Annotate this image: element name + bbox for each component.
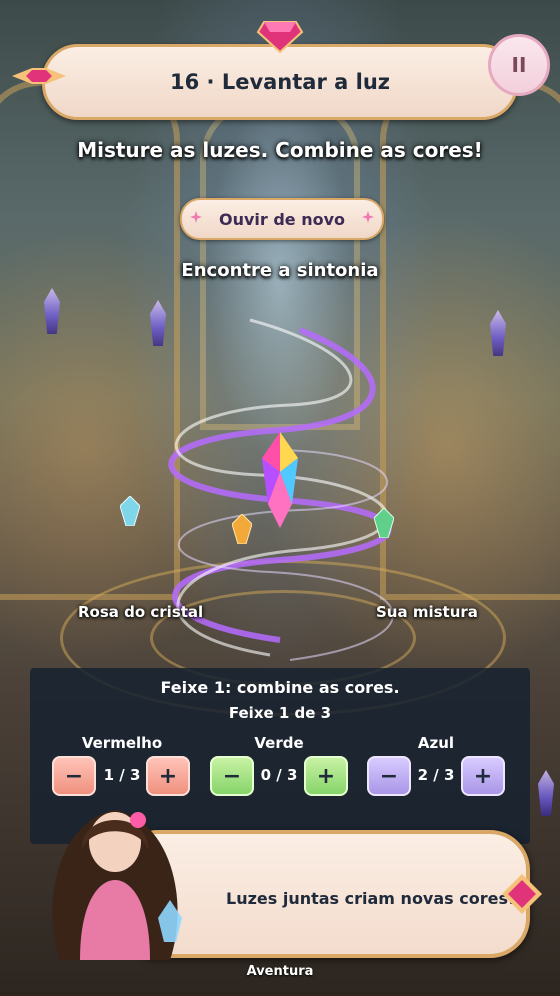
blue-value: 2 / 3 (417, 766, 455, 784)
banner-gem-icon (12, 68, 66, 84)
channel-label-red: Vermelho (81, 734, 163, 752)
beam-progress: Feixe 1 de 3 (228, 704, 332, 722)
instruction-headline: Misture as luzes. Combine as cores! (77, 138, 483, 162)
blue-plus-button[interactable]: + (461, 756, 505, 796)
dialog-text: Luzes juntas criam novas cores! (226, 889, 516, 908)
level-title: 16 · Levantar a luz (170, 70, 390, 94)
replay-label: Ouvir de novo (218, 209, 346, 229)
green-value: 0 / 3 (260, 766, 298, 784)
dialog-gem-icon (502, 874, 542, 914)
ruby-gem-icon (256, 21, 304, 54)
channel-label-green: Verde (254, 734, 304, 752)
target-color-label: Rosa do cristal (78, 603, 204, 621)
channel-label-blue: Azul (417, 734, 455, 752)
green-plus-button[interactable]: + (304, 756, 348, 796)
minus-icon: − (222, 763, 242, 789)
guide-character (52, 810, 182, 960)
pause-button[interactable]: II (488, 34, 550, 96)
mode-label: Aventura (246, 964, 314, 979)
sparkle-icon (190, 211, 202, 223)
blue-crystal-icon (120, 496, 140, 526)
wall-crystal-icon (538, 770, 554, 816)
level-title-banner: 16 · Levantar a luz (42, 44, 518, 120)
sparkle-icon (362, 211, 374, 223)
instruction-subhead: Encontre a sintonia (181, 260, 379, 281)
plus-icon: + (316, 763, 336, 789)
pause-icon: II (511, 53, 527, 77)
center-crystal-icon (262, 432, 298, 528)
green-crystal-icon (374, 508, 394, 538)
minus-icon: − (379, 763, 399, 789)
replay-audio-button[interactable]: Ouvir de novo (180, 198, 384, 240)
amber-crystal-icon (232, 514, 252, 544)
mix-color-label: Sua mistura (376, 603, 478, 621)
blue-minus-button[interactable]: − (367, 756, 411, 796)
plus-icon: + (473, 763, 493, 789)
green-minus-button[interactable]: − (210, 756, 254, 796)
panel-title: Feixe 1: combine as cores. (160, 678, 400, 697)
